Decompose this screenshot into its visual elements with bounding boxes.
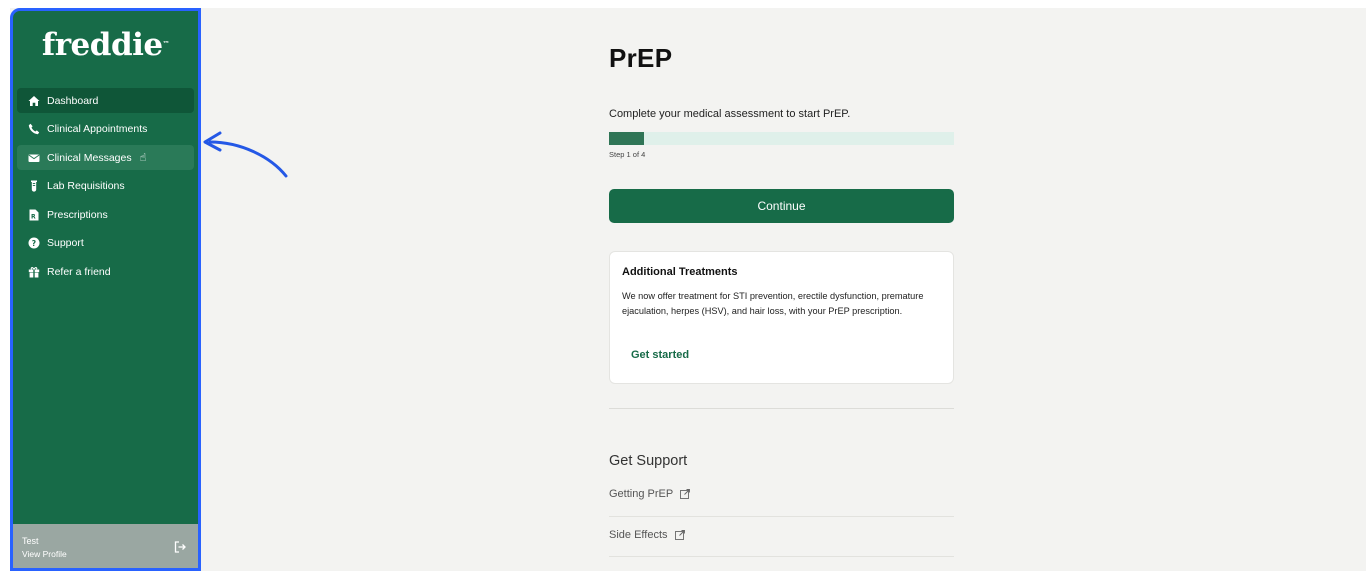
- sidebar-item-dashboard[interactable]: Dashboard: [17, 88, 194, 113]
- support-link-label: Getting PrEP: [609, 488, 674, 500]
- page-title: PrEP: [609, 43, 673, 73]
- sidebar-item-lab-requisitions[interactable]: Lab Requisitions: [17, 174, 194, 199]
- support-link-label: Side Effects: [609, 529, 668, 541]
- profile-name: Test: [22, 536, 39, 546]
- annotation-arrow-icon: [203, 131, 288, 178]
- envelope-icon: [28, 152, 40, 164]
- sidebar-item-refer-a-friend[interactable]: Refer a friend: [17, 260, 194, 285]
- gift-icon: [28, 266, 40, 278]
- freddie-logo[interactable]: freddie™: [13, 27, 198, 63]
- divider: [609, 408, 954, 409]
- test-tube-icon: [28, 180, 40, 192]
- sidebar-item-label: Clinical Appointments: [47, 123, 148, 136]
- card-title: Additional Treatments: [622, 266, 738, 278]
- svg-text:R: R: [31, 213, 36, 220]
- assessment-subtitle: Complete your medical assessment to star…: [609, 108, 851, 120]
- logo-trademark: ™: [162, 39, 170, 48]
- svg-text:?: ?: [32, 239, 36, 248]
- sidebar: freddie™ Dashboard Clinical Appointments…: [10, 8, 201, 571]
- sidebar-item-label: Clinical Messages: [47, 151, 132, 164]
- external-link-icon: [674, 530, 685, 540]
- sidebar-item-support[interactable]: ? Support: [17, 231, 194, 256]
- sidebar-item-label: Support: [47, 237, 84, 250]
- continue-button[interactable]: Continue: [609, 189, 954, 223]
- sidebar-item-clinical-appointments[interactable]: Clinical Appointments: [17, 117, 194, 142]
- side-effects-link[interactable]: Side Effects: [609, 529, 685, 541]
- progress-fill: [609, 132, 644, 145]
- sidebar-item-label: Refer a friend: [47, 266, 111, 279]
- step-label: Step 1 of 4: [609, 150, 646, 159]
- get-started-link[interactable]: Get started: [631, 349, 689, 361]
- pointer-cursor-icon: ☝: [139, 152, 147, 165]
- home-icon: [28, 95, 40, 107]
- support-row-divider: [609, 516, 954, 517]
- logout-icon[interactable]: [174, 540, 188, 553]
- support-title: Get Support: [609, 453, 688, 469]
- prescription-icon: R: [28, 209, 40, 221]
- sidebar-item-label: Prescriptions: [47, 208, 108, 221]
- getting-prep-link[interactable]: Getting PrEP: [609, 488, 691, 500]
- phone-icon: [28, 123, 40, 135]
- external-link-icon: [680, 489, 691, 499]
- logo-text: freddie: [41, 27, 163, 63]
- card-body: We now offer treatment for STI preventio…: [622, 291, 924, 316]
- support-row-divider: [609, 556, 954, 557]
- sidebar-nav: Dashboard Clinical Appointments Clinical…: [17, 88, 194, 288]
- sidebar-item-label: Dashboard: [47, 94, 99, 107]
- view-profile-link[interactable]: View Profile: [22, 549, 67, 559]
- question-icon: ?: [28, 237, 40, 249]
- additional-treatments-card: Additional Treatments We now offer treat…: [609, 251, 954, 384]
- sidebar-item-clinical-messages[interactable]: Clinical Messages ☝: [17, 145, 194, 171]
- assessment-progress-bar: [609, 132, 954, 145]
- sidebar-item-label: Lab Requisitions: [47, 180, 125, 193]
- profile-footer[interactable]: Test View Profile: [13, 524, 198, 568]
- sidebar-item-prescriptions[interactable]: R Prescriptions: [17, 202, 194, 227]
